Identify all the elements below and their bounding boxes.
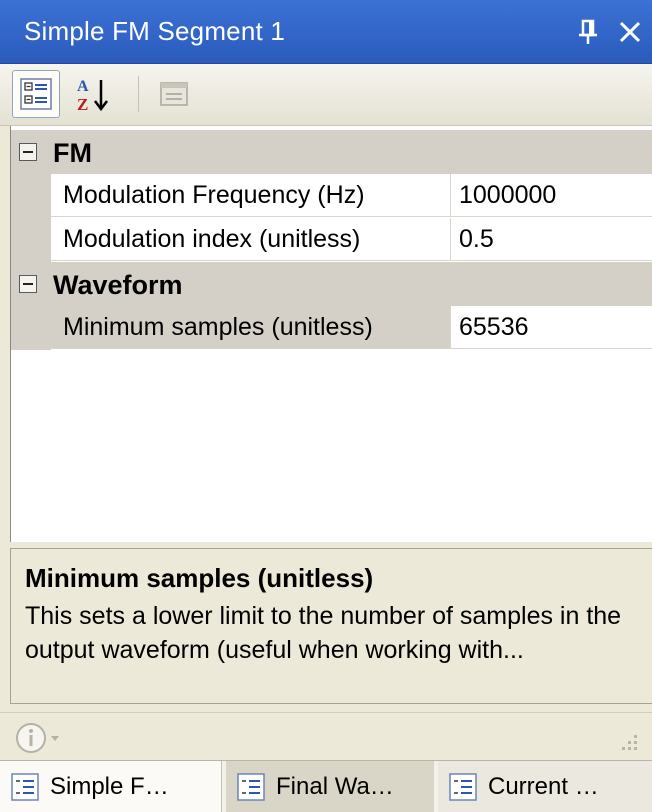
- property-value[interactable]: 65536: [451, 306, 652, 349]
- category-label: FM: [53, 138, 92, 168]
- collapse-icon[interactable]: [19, 143, 37, 161]
- category-label: Waveform: [53, 270, 183, 300]
- property-list-icon: [449, 772, 477, 801]
- toolbar-separator: [138, 76, 139, 112]
- category-row-waveform[interactable]: Waveform: [11, 262, 652, 306]
- info-icon: [16, 723, 59, 753]
- row-gutter: [11, 306, 51, 350]
- svg-text:Z: Z: [77, 95, 88, 114]
- categorized-icon: [20, 78, 52, 110]
- property-list-icon: [237, 772, 265, 801]
- window-title: Simple FM Segment 1: [24, 16, 286, 46]
- toolbar: A Z: [0, 64, 652, 126]
- title-bar: Simple FM Segment 1: [0, 0, 652, 64]
- property-name[interactable]: Modulation Frequency (Hz): [51, 174, 451, 217]
- property-pages-icon: [160, 82, 188, 106]
- property-value[interactable]: 1000000: [451, 174, 652, 217]
- collapse-icon[interactable]: [19, 275, 37, 293]
- help-pane: Minimum samples (unitless) This sets a l…: [10, 548, 652, 704]
- tab-simple-fm[interactable]: Simple F…: [0, 761, 222, 812]
- tab-bar: Simple F… Final Wa… Current …: [0, 760, 652, 812]
- alphabetical-button[interactable]: A Z: [70, 70, 118, 118]
- property-list-icon: [11, 772, 39, 801]
- property-row-selected[interactable]: Minimum samples (unitless) 65536: [11, 306, 652, 350]
- pin-icon: [579, 19, 597, 44]
- help-title: Minimum samples (unitless): [25, 563, 374, 593]
- info-dropdown-button[interactable]: [14, 721, 66, 755]
- property-row[interactable]: Modulation index (unitless) 0.5: [11, 218, 652, 262]
- tab-label: Final Wa…: [276, 772, 394, 800]
- categorized-button[interactable]: [12, 70, 60, 118]
- tab-current[interactable]: Current …: [438, 761, 652, 812]
- category-row-fm[interactable]: FM: [11, 130, 652, 174]
- help-description: This sets a lower limit to the number of…: [25, 602, 622, 664]
- close-icon: [619, 21, 641, 43]
- close-button[interactable]: [612, 12, 648, 52]
- tab-final-waveform[interactable]: Final Wa…: [226, 761, 434, 812]
- status-bar: [0, 712, 652, 760]
- tab-label: Current …: [488, 772, 599, 800]
- property-row[interactable]: Modulation Frequency (Hz) 1000000: [11, 174, 652, 218]
- alphabetical-sort-icon: A Z: [77, 78, 108, 114]
- property-name[interactable]: Modulation index (unitless): [51, 218, 451, 261]
- row-gutter: [11, 174, 51, 218]
- property-name[interactable]: Minimum samples (unitless): [51, 306, 451, 349]
- property-value[interactable]: 0.5: [451, 218, 652, 261]
- property-pages-button[interactable]: [150, 70, 198, 118]
- property-grid: FM Modulation Frequency (Hz) 1000000 Mod…: [10, 126, 652, 542]
- pin-button[interactable]: [570, 12, 606, 52]
- resize-grip-icon[interactable]: [616, 731, 642, 757]
- row-gutter: [11, 218, 51, 262]
- tab-label: Simple F…: [50, 772, 169, 800]
- svg-text:A: A: [77, 78, 89, 95]
